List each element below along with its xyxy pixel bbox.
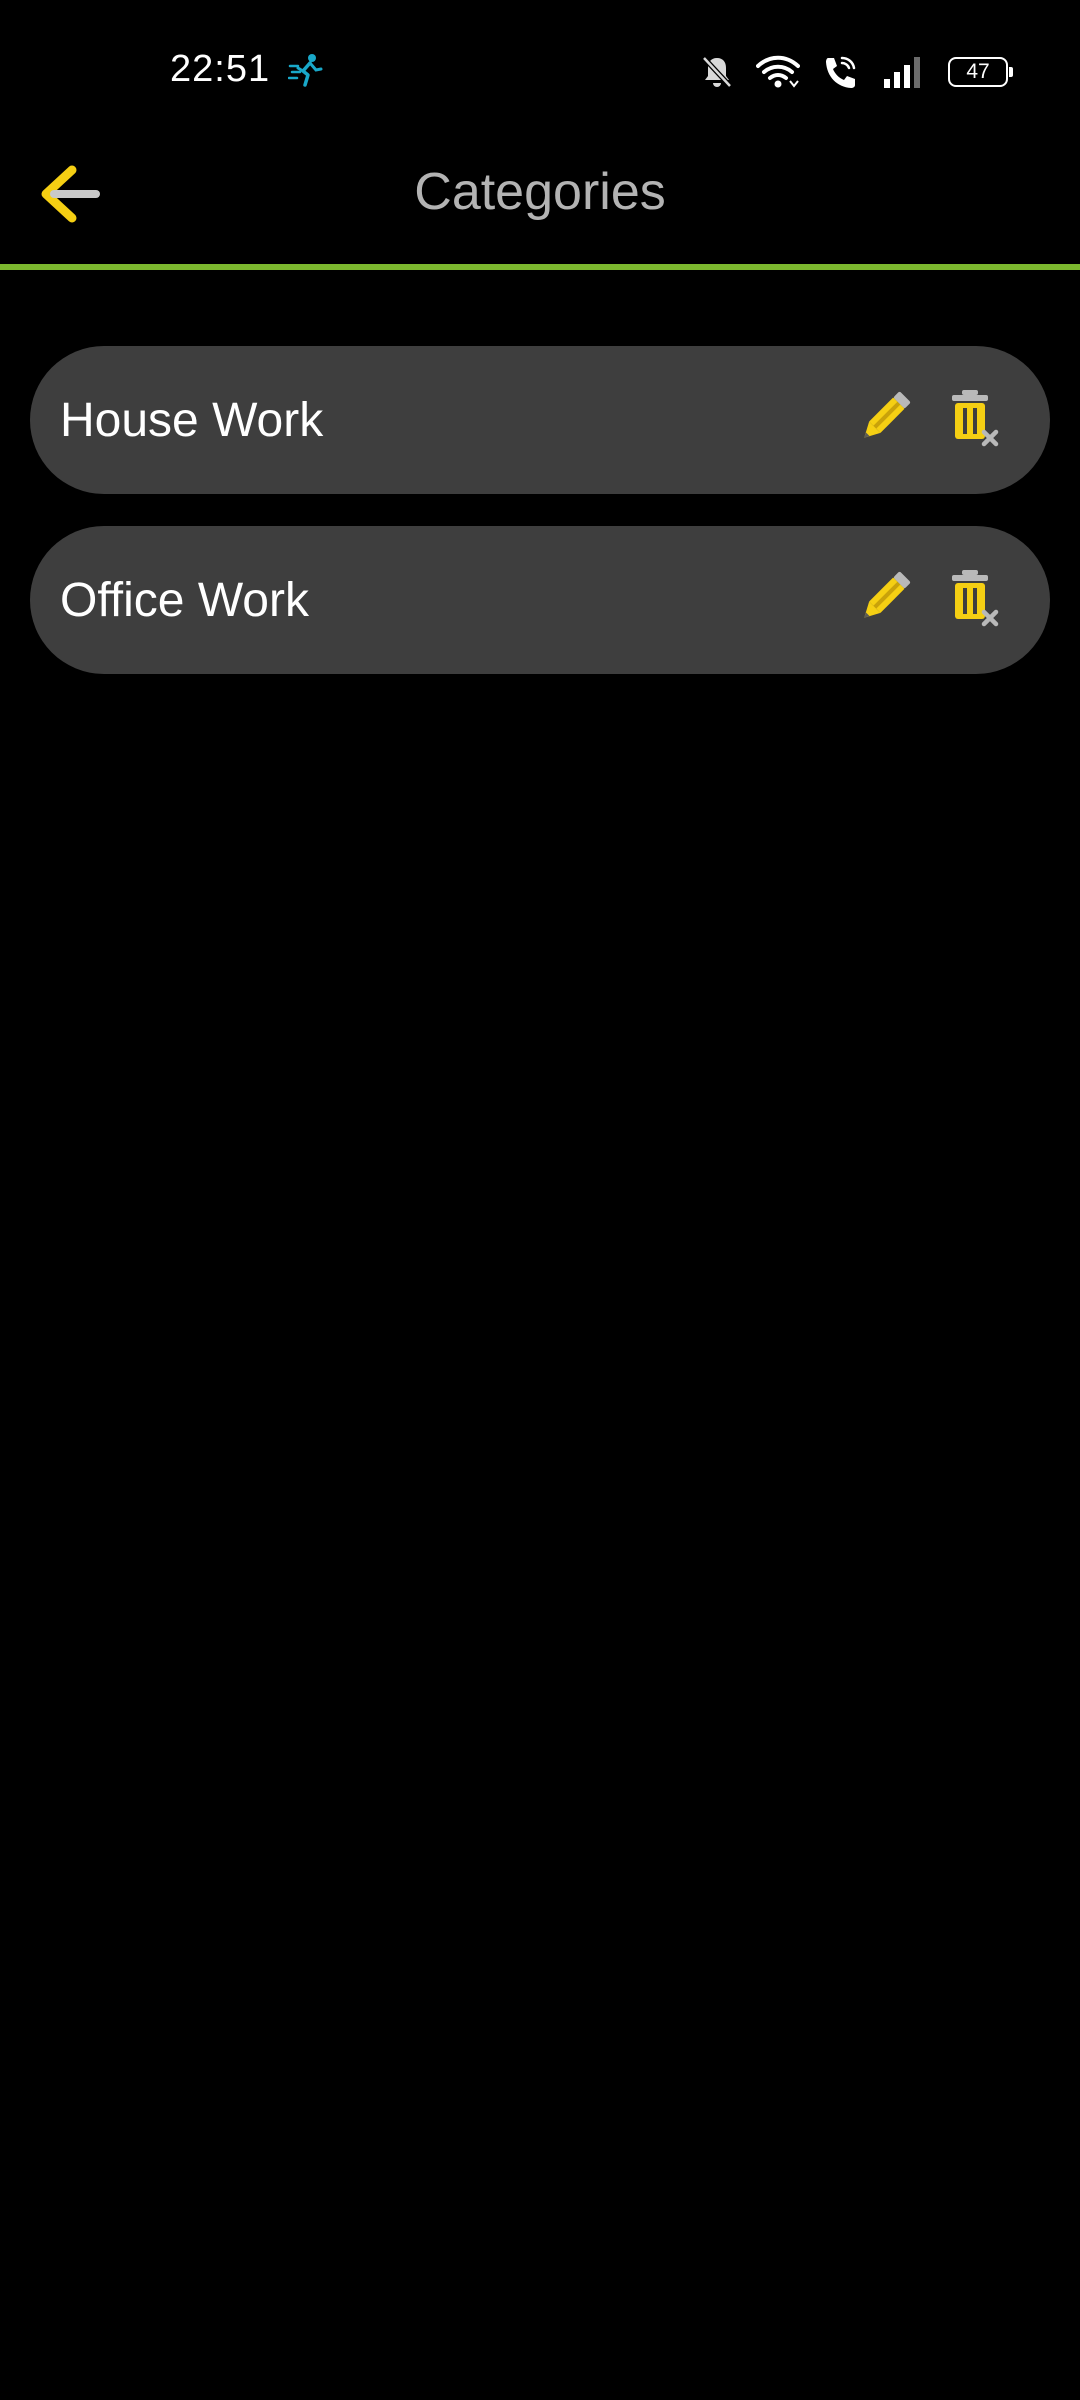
- status-icons: 47: [700, 50, 1013, 94]
- battery-icon: 47: [948, 57, 1013, 87]
- pencil-icon: [852, 386, 916, 455]
- status-bar: 22:51 47: [0, 0, 1080, 140]
- activity-runner-icon: [287, 52, 324, 92]
- list-item[interactable]: House Work: [30, 346, 1050, 494]
- category-name: Office Work: [60, 573, 309, 627]
- status-time: 22:51: [170, 48, 271, 90]
- edit-button[interactable]: [844, 380, 924, 460]
- app-bar-divider: [0, 264, 1080, 270]
- category-list: House Work Office Work: [30, 346, 1050, 706]
- edit-button[interactable]: [844, 560, 924, 640]
- page-title: Categories: [414, 163, 666, 221]
- trash-delete-icon: [944, 566, 1004, 635]
- app-bar: Categories: [0, 140, 1080, 264]
- delete-button[interactable]: [934, 560, 1014, 640]
- battery-level: 47: [966, 60, 990, 83]
- signal-icon: [882, 55, 926, 89]
- trash-delete-icon: [944, 386, 1004, 455]
- wifi-call-icon: [822, 54, 860, 90]
- category-name: House Work: [60, 393, 324, 447]
- list-item[interactable]: Office Work: [30, 526, 1050, 674]
- bell-muted-icon: [700, 54, 734, 90]
- wifi-icon: [756, 55, 800, 89]
- pencil-icon: [852, 566, 916, 635]
- delete-button[interactable]: [934, 380, 1014, 460]
